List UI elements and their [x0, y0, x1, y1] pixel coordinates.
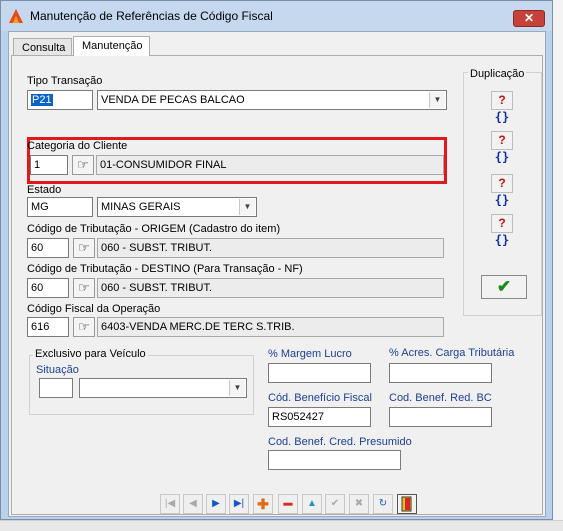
cfop-code-input[interactable]: 616 — [27, 317, 69, 337]
duplicate-button-tributacao[interactable]: ? {} — [491, 214, 513, 247]
categoria-cliente-code-input[interactable]: 1 — [30, 155, 68, 175]
acres-carga-input[interactable] — [389, 363, 492, 383]
brace-icon: {} — [494, 150, 510, 164]
tab-manutencao[interactable]: Manutenção — [73, 36, 150, 56]
margem-lucro-input[interactable] — [268, 363, 371, 383]
help-icon: ? — [498, 133, 506, 147]
benef-red-bc-input[interactable] — [389, 407, 492, 427]
trib-destino-label: Código de Tributação - DESTINO (Para Tra… — [27, 263, 303, 275]
trib-destino-code-input[interactable]: 60 — [27, 278, 69, 298]
trib-destino-description: 060 - SUBST. TRIBUT. — [97, 278, 444, 298]
next-record-button[interactable]: ▶ — [206, 494, 226, 514]
refresh-button[interactable]: ↻ — [373, 494, 393, 514]
cancel-record-button[interactable]: ✖ — [349, 494, 369, 514]
chevron-down-icon[interactable]: ▼ — [229, 380, 245, 396]
last-record-button[interactable]: ▶| — [229, 494, 249, 514]
categoria-cliente-label: Categoria do Cliente — [27, 140, 128, 152]
beneficio-fiscal-input[interactable]: RS052427 — [268, 407, 371, 427]
first-record-button[interactable]: |◀ — [160, 494, 180, 514]
chevron-down-icon[interactable]: ▼ — [429, 92, 445, 108]
cfop-label: Código Fiscal da Operação — [27, 303, 161, 315]
tab-page-manutencao: Tipo Transação P21 VENDA DE PECAS BALCAO… — [11, 55, 543, 515]
benef-red-bc-label: Cod. Benef. Red. BC — [389, 392, 492, 404]
delete-record-button[interactable]: ━ — [278, 494, 298, 514]
close-button[interactable]: ✕ — [513, 10, 545, 27]
title-bar[interactable]: Manutenção de Referências de Código Fisc… — [1, 1, 552, 31]
benef-cred-pres-label: Cod. Benef. Cred. Presumido — [268, 436, 412, 448]
window-title: Manutenção de Referências de Código Fisc… — [30, 9, 273, 23]
veiculo-group-caption: Exclusivo para Veículo — [33, 348, 148, 360]
confirm-duplicate-button[interactable]: ✔ — [481, 275, 527, 299]
duplicate-button-categoria[interactable]: ? {} — [491, 131, 513, 164]
chevron-down-icon[interactable]: ▼ — [239, 199, 255, 215]
estado-value: MINAS GERAIS — [101, 201, 181, 213]
dialog-window: Manutenção de Referências de Código Fisc… — [0, 0, 553, 520]
door-exit-icon — [401, 496, 412, 512]
categoria-cliente-description: 01-CONSUMIDOR FINAL — [96, 155, 444, 175]
benef-cred-pres-input[interactable] — [268, 450, 401, 470]
hand-pointer-icon: ☞ — [78, 319, 90, 334]
tipo-transacao-code-text: P21 — [31, 94, 53, 106]
acres-carga-label: % Acres. Carga Tributária — [389, 347, 515, 359]
brace-icon: {} — [494, 233, 510, 247]
background-taskbar — [0, 520, 563, 531]
tab-consulta[interactable]: Consulta — [13, 38, 72, 56]
tipo-transacao-code-input[interactable]: P21 — [27, 90, 93, 110]
trib-origem-code-input[interactable]: 60 — [27, 238, 69, 258]
cfop-description: 6403-VENDA MERC.DE TERC S.TRIB. — [97, 317, 444, 337]
prev-record-button[interactable]: ◀ — [183, 494, 203, 514]
beneficio-fiscal-label: Cód. Benefício Fiscal — [268, 392, 372, 404]
app-icon — [9, 9, 23, 23]
trib-origem-description: 060 - SUBST. TRIBUT. — [97, 238, 444, 258]
help-icon: ? — [498, 93, 506, 107]
estado-select[interactable]: MINAS GERAIS ▼ — [97, 197, 257, 217]
hand-pointer-icon: ☞ — [77, 157, 89, 172]
tipo-transacao-select[interactable]: VENDA DE PECAS BALCAO ▼ — [97, 90, 447, 110]
categoria-cliente-lookup-button[interactable]: ☞ — [72, 155, 94, 175]
margem-lucro-label: % Margem Lucro — [268, 348, 352, 360]
hand-pointer-icon: ☞ — [78, 240, 90, 255]
hand-pointer-icon: ☞ — [78, 280, 90, 295]
duplicate-button-tipo[interactable]: ? {} — [491, 91, 513, 124]
exit-button[interactable] — [397, 494, 417, 514]
situacao-label: Situação — [36, 364, 79, 376]
post-record-button[interactable]: ✔ — [325, 494, 345, 514]
brace-icon: {} — [494, 110, 510, 124]
client-area: Consulta Manutenção Tipo Transação P21 V… — [8, 31, 546, 517]
tipo-transacao-label: Tipo Transação — [27, 75, 103, 87]
situacao-code-input[interactable] — [39, 378, 73, 398]
duplicacao-caption: Duplicação — [468, 68, 527, 80]
add-record-button[interactable]: ✚ — [253, 494, 273, 514]
background-app — [553, 0, 563, 531]
tipo-transacao-value: VENDA DE PECAS BALCAO — [101, 94, 245, 106]
trib-origem-label: Código de Tributação - ORIGEM (Cadastro … — [27, 223, 281, 235]
edit-record-button[interactable]: ▲ — [302, 494, 322, 514]
cfop-lookup-button[interactable]: ☞ — [73, 317, 95, 337]
estado-code-input[interactable]: MG — [27, 197, 93, 217]
help-icon: ? — [498, 176, 506, 190]
situacao-select[interactable]: ▼ — [79, 378, 247, 398]
estado-label: Estado — [27, 184, 62, 196]
brace-icon: {} — [494, 193, 510, 207]
duplicate-button-estado[interactable]: ? {} — [491, 174, 513, 207]
trib-origem-lookup-button[interactable]: ☞ — [73, 238, 95, 258]
trib-destino-lookup-button[interactable]: ☞ — [73, 278, 95, 298]
help-icon: ? — [498, 216, 506, 230]
